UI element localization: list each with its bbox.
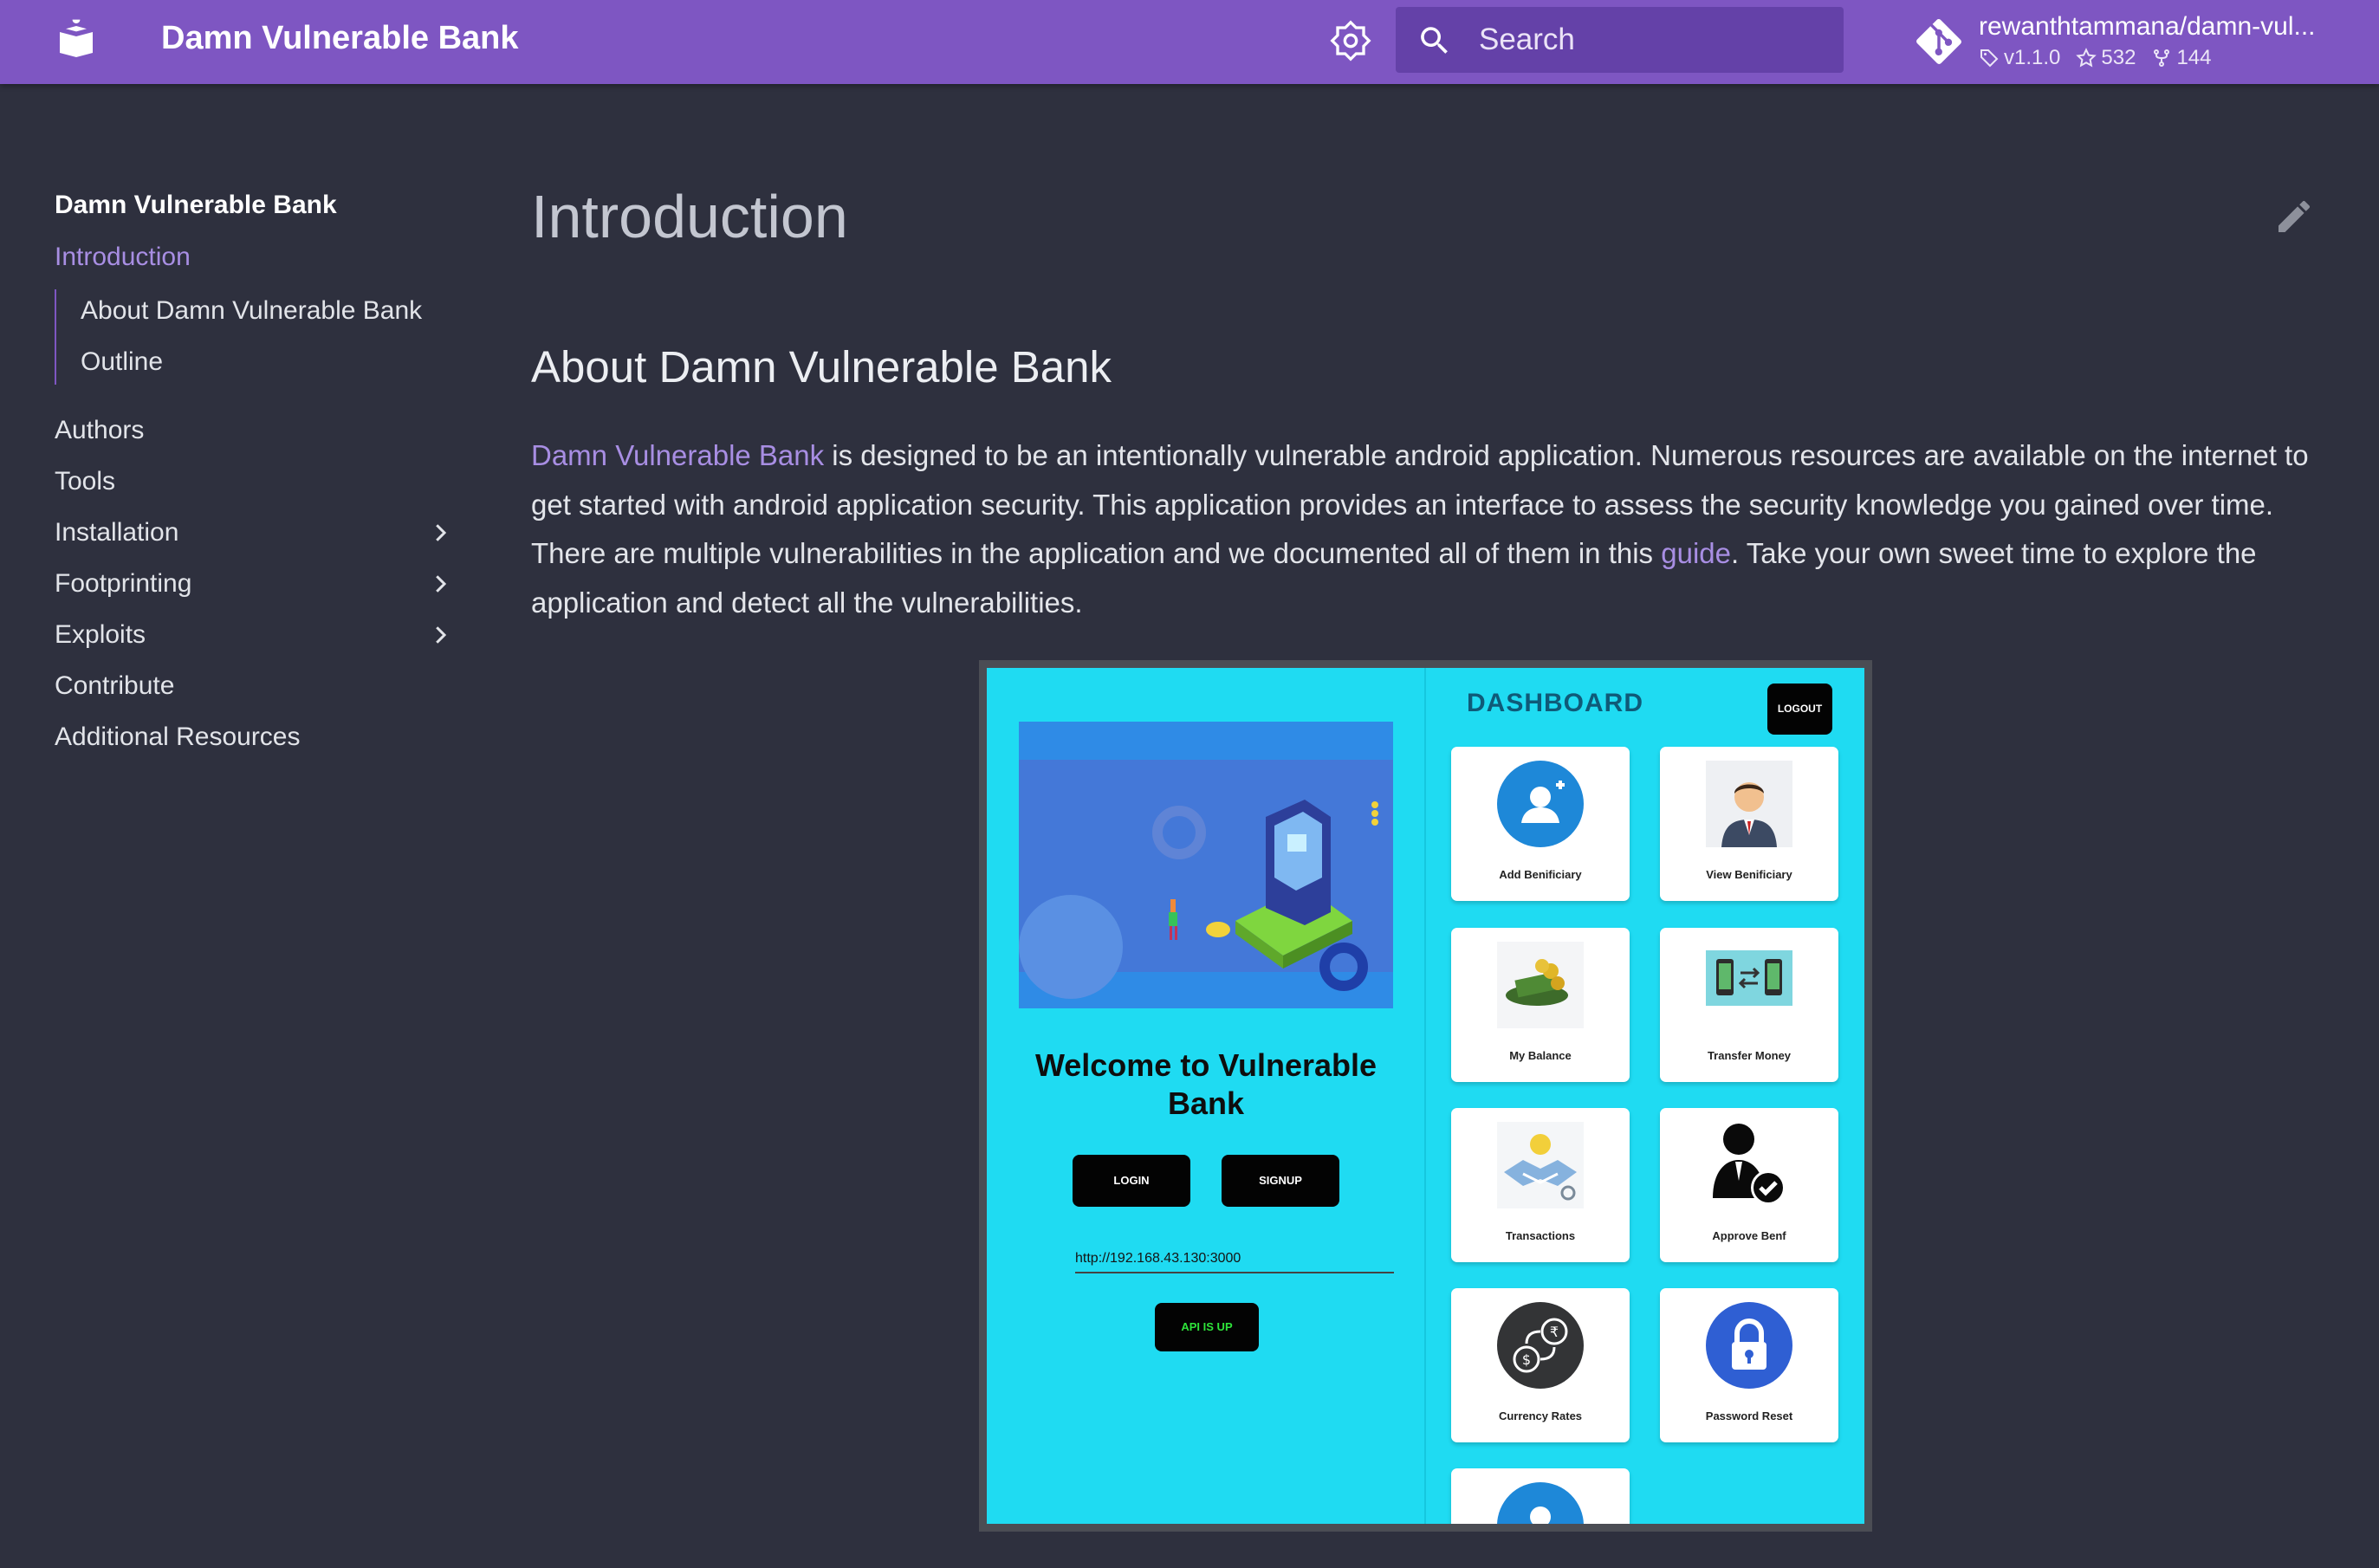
repository-name: rewanthtammana/damn-vul... [1979,12,2316,41]
card-label: Transactions [1505,1229,1576,1242]
sidebar-item-label: Tools [55,467,116,496]
intro-paragraph: Damn Vulnerable Bank is designed to be a… [531,431,2333,627]
top-app-bar: Damn Vulnerable Bank rewanthtammana/damn… [0,0,2379,84]
search-box[interactable] [1396,7,1844,73]
fork-icon [2154,49,2170,67]
git-icon [1916,19,1961,64]
atm-illustration-icon [1019,722,1393,1008]
sidebar-item-label: Exploits [55,620,146,649]
sidebar-item-label: Footprinting [55,569,192,598]
card-add-benificiary: Add Benificiary [1451,747,1630,901]
section-heading: About Damn Vulnerable Bank [531,342,1112,392]
sidebar-item-additional-resources[interactable]: Additional Resources [55,711,453,762]
add-user-icon [1497,761,1584,847]
sidebar-item-exploits[interactable]: Exploits [55,609,453,660]
logout-button: LOGOUT [1767,684,1832,735]
repository-facts: v1.1.0 532 144 [1979,45,2211,71]
svg-text:₹: ₹ [1550,1324,1559,1340]
guide-link[interactable]: guide [1661,537,1731,569]
sidebar-item-authors[interactable]: Authors [55,405,453,456]
book-logo-icon[interactable] [55,17,97,59]
app-screenshot-image: Welcome to Vulnerable Bank LOGIN SIGNUP … [979,660,1872,1532]
transfer-icon [1706,950,1792,1006]
screen-divider [1424,668,1426,1524]
card-label: Transfer Money [1707,1049,1792,1062]
sidebar-heading: Damn Vulnerable Bank [55,191,337,219]
handshake-icon [1497,1122,1584,1208]
sidebar-item-label: Contribute [55,671,175,700]
search-input[interactable] [1479,7,1825,73]
sidebar-item-contribute[interactable]: Contribute [55,660,453,711]
card-transfer-money: Transfer Money [1660,928,1838,1082]
card-label: Approve Benf [1712,1229,1786,1242]
person-icon [1706,761,1792,847]
card-password-reset: Password Reset [1660,1288,1838,1442]
card-transactions: Transactions [1451,1108,1630,1262]
toc-item-outline[interactable]: Outline [81,340,163,384]
card-partial [1451,1468,1630,1524]
card-currency-rates: ₹ $ Currency Rates [1451,1288,1630,1442]
welcome-heading: Welcome to Vulnerable Bank [1034,1047,1377,1121]
chevron-right-icon[interactable] [427,622,453,648]
sidebar-item-introduction[interactable]: Introduction [55,236,191,279]
page-title: Introduction [531,183,848,250]
site-title[interactable]: Damn Vulnerable Bank [161,17,519,59]
version-fact: v1.1.0 [1979,45,2060,71]
card-label: Password Reset [1705,1409,1793,1422]
chevron-right-icon[interactable] [427,520,453,546]
stars-fact: 532 [2076,45,2136,71]
atm-illustration [1019,722,1393,1008]
card-label: Currency Rates [1498,1409,1583,1422]
forks-fact: 144 [2151,45,2211,71]
stars-value: 532 [2101,46,2136,69]
svg-text:$: $ [1522,1351,1531,1368]
card-approve-benf: Approve Benf [1660,1108,1838,1262]
version-value: v1.1.0 [2004,46,2061,69]
forks-value: 144 [2176,46,2212,69]
card-label: My Balance [1509,1049,1572,1062]
sidebar-item-label: Additional Resources [55,722,301,751]
lock-icon [1706,1302,1792,1389]
login-button: LOGIN [1073,1155,1190,1207]
server-url-field: http://192.168.43.130:3000 [1075,1246,1394,1273]
dashboard-title: DASHBOARD [1467,689,1643,717]
sidebar-item-footprinting[interactable]: Footprinting [55,558,453,609]
repository-link[interactable]: rewanthtammana/damn-vul... v1.1.0 532 14… [1916,7,2367,76]
card-view-benificiary: View Benificiary [1660,747,1838,901]
currency-icon: ₹$ [1497,1302,1584,1389]
signup-button: SIGNUP [1222,1155,1339,1207]
search-icon [1421,27,1448,54]
edit-pencil-icon[interactable] [2273,196,2315,237]
card-my-balance: My Balance [1451,928,1630,1082]
card-label: View Benificiary [1706,868,1792,881]
sidebar-item-label: Authors [55,416,145,444]
chevron-right-icon[interactable] [427,571,453,597]
toc-item-about[interactable]: About Damn Vulnerable Bank [81,289,422,333]
star-icon [2076,48,2097,68]
table-of-contents: About Damn Vulnerable Bank Outline [55,289,453,385]
card-label: Add Benificiary [1499,868,1582,881]
dvb-link[interactable]: Damn Vulnerable Bank [531,439,824,471]
sidebar-item-tools[interactable]: Tools [55,456,453,507]
tag-icon [1980,49,1999,68]
app-screenshot-content: Welcome to Vulnerable Bank LOGIN SIGNUP … [987,668,1864,1524]
brightness-toggle-icon[interactable] [1329,19,1372,62]
money-icon [1497,942,1584,1028]
sidebar-item-label: Installation [55,518,179,547]
user-icon [1497,1482,1584,1524]
sidebar-nav-list: Authors Tools Installation Footprinting … [55,405,453,762]
api-status-button: API IS UP [1155,1303,1259,1351]
approve-user-icon [1713,1124,1786,1205]
sidebar-item-installation[interactable]: Installation [55,507,453,558]
